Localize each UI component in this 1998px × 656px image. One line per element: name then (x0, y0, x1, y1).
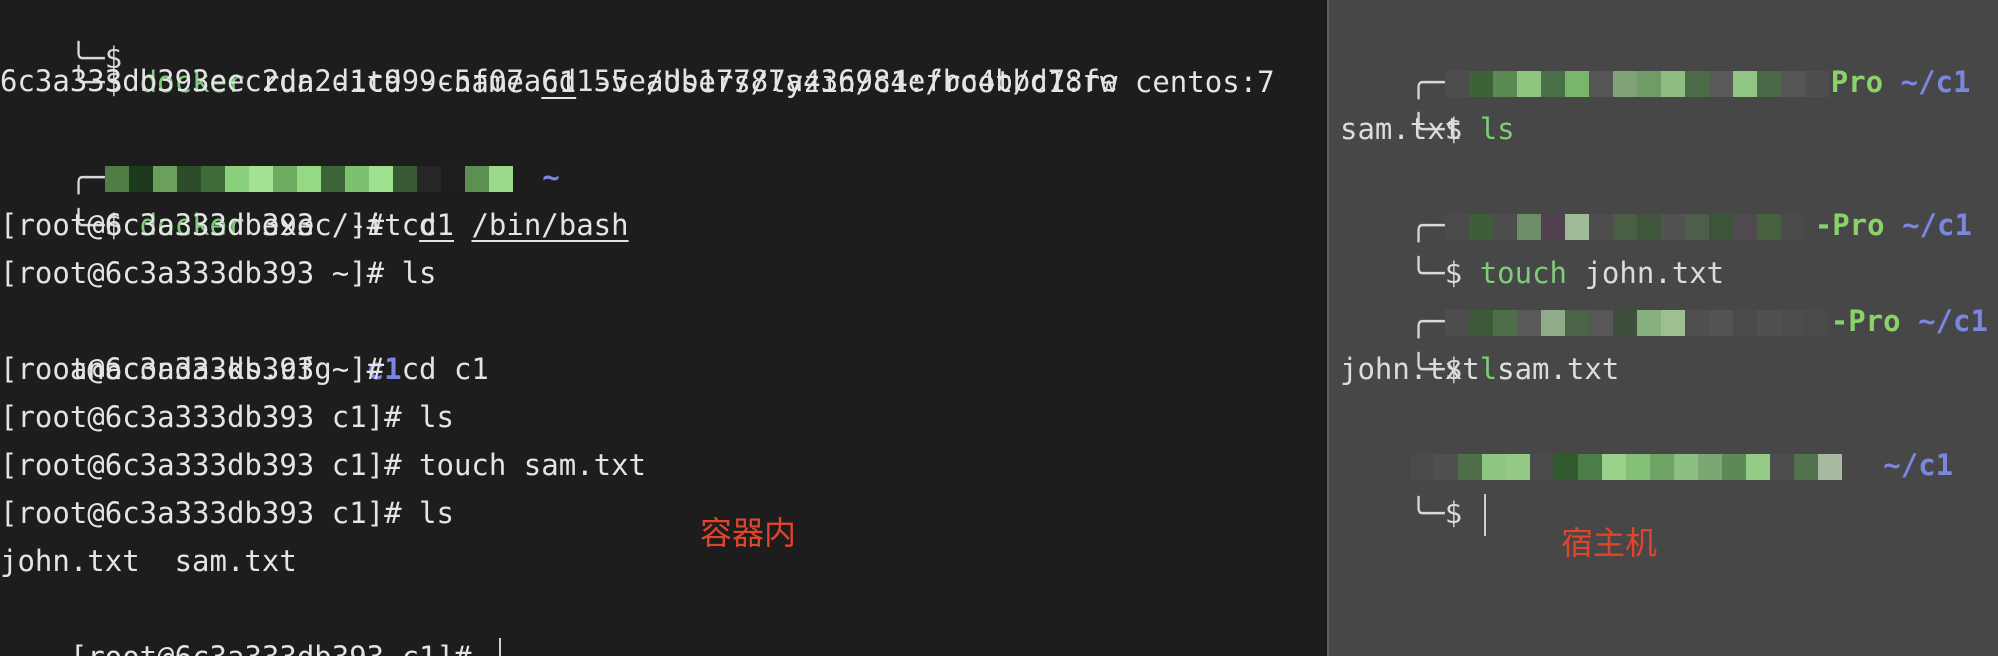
ls-output-line: john.txt sam.txt (0, 544, 297, 578)
ls-output-line: john.txt sam.txt (1340, 352, 1620, 386)
zsh-prompt-line: ╭─ -Pro ~/c1 (1340, 249, 1988, 338)
prompt-path: ~/c1 (1865, 448, 1954, 482)
prompt-text: [root@6c3a333db393 c1]# (70, 640, 489, 656)
hostname-suffix: -Pro (1830, 304, 1901, 338)
command-line: ╰─$ ls (1340, 57, 1515, 146)
host-terminal-pane[interactable]: ╭─ Pro ~/c1 ╰─$ ls sam.txt ╭─ -Pro ~/c1 … (1329, 0, 1998, 656)
shell-line: [root@6c3a333db393 /]# cd (0, 208, 437, 242)
container-terminal-pane[interactable]: ╰─$ ╰─$ docker run -itd --name c1 -v /Us… (0, 0, 1327, 656)
docker-exec-command-line: ╰─$ docker exec -it c1 /bin/bash (0, 153, 629, 242)
container-annotation-label: 容器内 (700, 514, 797, 552)
prompt-path: ~/c1 (1884, 208, 1972, 242)
command-line: ╰─$ touch john.txt (1340, 201, 1724, 290)
active-shell-prompt[interactable]: ╰─$ (1340, 441, 1486, 536)
command-args (454, 208, 471, 242)
shell-line: [root@6c3a333db393 ~]# ls (0, 256, 437, 290)
active-shell-prompt[interactable]: [root@6c3a333db393 c1]# (0, 585, 501, 656)
container-id-output: 6c3a333db393eec2da2d1c999c5f07a6d155eadb… (0, 64, 1118, 98)
shell-line: [root@6c3a333db393 c1]# ls (0, 400, 454, 434)
host-annotation-label: 宿主机 (1561, 524, 1658, 562)
prompt-symbol: ╰─$ (1409, 496, 1480, 530)
command-line: ╰─$ ls (1340, 297, 1515, 386)
hostname-suffix: Pro (1830, 65, 1884, 99)
zsh-prompt-line: ╭─ -Pro ~/c1 (1340, 153, 1972, 242)
text-cursor (498, 638, 501, 656)
zsh-prompt-line: ╭─ ~ (0, 105, 560, 194)
text-cursor (1483, 494, 1486, 536)
shell-line: [root@6c3a333db393 c1]# touch sam.txt (0, 448, 647, 482)
prompt-path: ~/c1 (1883, 65, 1971, 99)
shell-line: [root@6c3a333db393 c1]# ls (0, 496, 454, 530)
shell-path-arg: /bin/bash (471, 208, 629, 242)
zsh-prompt-line: ╭─ Pro ~/c1 (1340, 10, 1971, 99)
zsh-prompt-line: ~/c1 (1340, 393, 1953, 482)
command-name: ls (1479, 112, 1515, 146)
ls-output-line: anaconda-ks.cfg c1 (0, 297, 402, 386)
ls-output-line: sam.txt (1340, 112, 1463, 146)
docker-run-command-line: ╰─$ docker run -itd --name c1 -v /Users/… (0, 10, 1275, 99)
shell-line: [root@6c3a333db393 ~]# cd c1 (0, 352, 489, 386)
prompt-path: ~/c1 (1900, 304, 1988, 338)
hostname-suffix: -Pro (1814, 208, 1885, 242)
